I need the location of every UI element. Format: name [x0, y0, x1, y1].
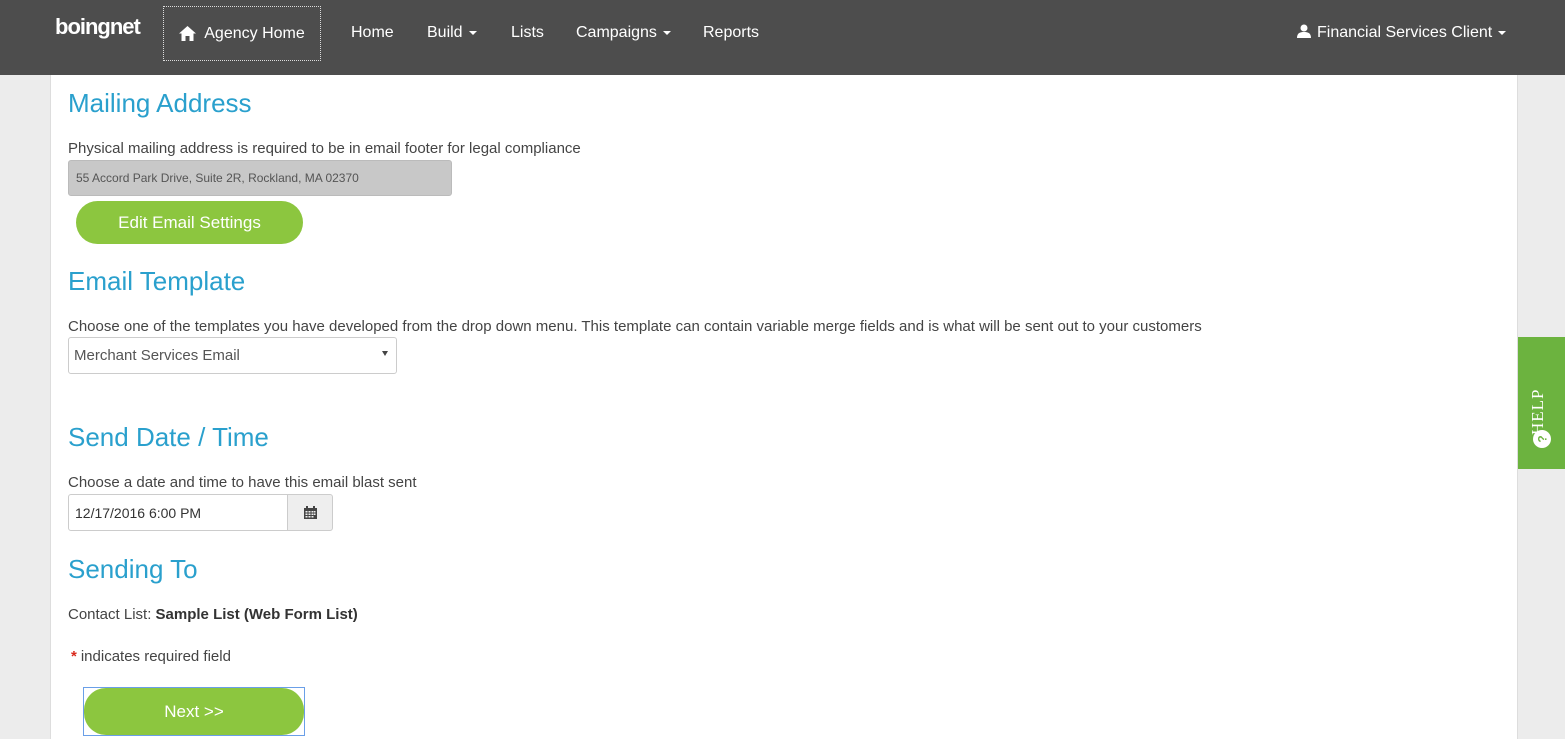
edit-email-settings-button[interactable]: Edit Email Settings: [76, 201, 303, 244]
help-label: HELP: [1528, 388, 1547, 436]
send-datetime-input[interactable]: 12/17/2016 6:00 PM: [68, 494, 288, 531]
email-template-select[interactable]: Merchant Services Email: [68, 337, 397, 374]
sending-to-heading: Sending To: [68, 554, 198, 584]
nav-build[interactable]: Build: [427, 24, 477, 42]
nav-build-label: Build: [427, 24, 463, 41]
nav-home-label: Home: [351, 24, 394, 41]
mailing-address-field: 55 Accord Park Drive, Suite 2R, Rockland…: [68, 160, 452, 196]
help-tab[interactable]: HELP ?: [1518, 337, 1565, 469]
mailing-address-heading: Mailing Address: [68, 88, 252, 118]
agency-home-label: Agency Home: [204, 24, 305, 42]
caret-down-icon: [468, 30, 477, 35]
user-icon: [1297, 24, 1311, 38]
calendar-button[interactable]: [287, 494, 333, 531]
agency-home-button[interactable]: Agency Home: [163, 6, 321, 61]
edit-email-settings-label: Edit Email Settings: [118, 212, 261, 232]
svg-text:?: ?: [1536, 435, 1550, 442]
caret-down-icon: [1498, 30, 1507, 35]
next-button-focus-ring: Next >>: [83, 687, 305, 736]
nav-reports-label: Reports: [703, 24, 760, 41]
contact-list-name: Sample List (Web Form List): [155, 606, 358, 623]
email-template-heading: Email Template: [68, 266, 246, 296]
campaign-settings-panel: Mailing Address Physical mailing address…: [50, 75, 1518, 739]
user-name: Financial Services Client: [1317, 24, 1493, 41]
nav-campaigns[interactable]: Campaigns: [576, 24, 671, 42]
email-template-description: Choose one of the templates you have dev…: [68, 318, 1202, 335]
home-icon: [179, 26, 197, 41]
question-icon: ?: [1533, 430, 1551, 448]
contact-list-label: Contact List:: [68, 606, 152, 623]
nav-lists-label: Lists: [511, 24, 544, 41]
required-note-text: indicates required field: [80, 648, 231, 665]
top-navbar: boingnet Agency Home Home Build Lists Ca…: [0, 0, 1565, 75]
required-field-note: * indicates required field: [71, 648, 231, 665]
nav-campaigns-label: Campaigns: [576, 24, 657, 41]
user-menu[interactable]: Financial Services Client: [1297, 24, 1507, 42]
dropdown-arrow-icon: [382, 351, 388, 356]
next-button[interactable]: Next >>: [84, 688, 304, 735]
email-template-selected: Merchant Services Email: [74, 347, 240, 364]
nav-reports[interactable]: Reports: [703, 24, 759, 42]
next-button-label: Next >>: [164, 701, 224, 721]
caret-down-icon: [662, 30, 671, 35]
required-star: *: [71, 648, 77, 665]
calendar-icon: [303, 506, 317, 519]
send-datetime-description: Choose a date and time to have this emai…: [68, 474, 417, 491]
brand-logo[interactable]: boingnet: [55, 14, 141, 40]
mailing-address-description: Physical mailing address is required to …: [68, 140, 581, 157]
send-datetime-heading: Send Date / Time: [68, 422, 269, 452]
brand-logo-text: boingnet: [55, 14, 141, 39]
nav-home[interactable]: Home: [351, 24, 394, 42]
nav-lists[interactable]: Lists: [511, 24, 544, 42]
contact-list-line: Contact List: Sample List (Web Form List…: [68, 606, 358, 623]
